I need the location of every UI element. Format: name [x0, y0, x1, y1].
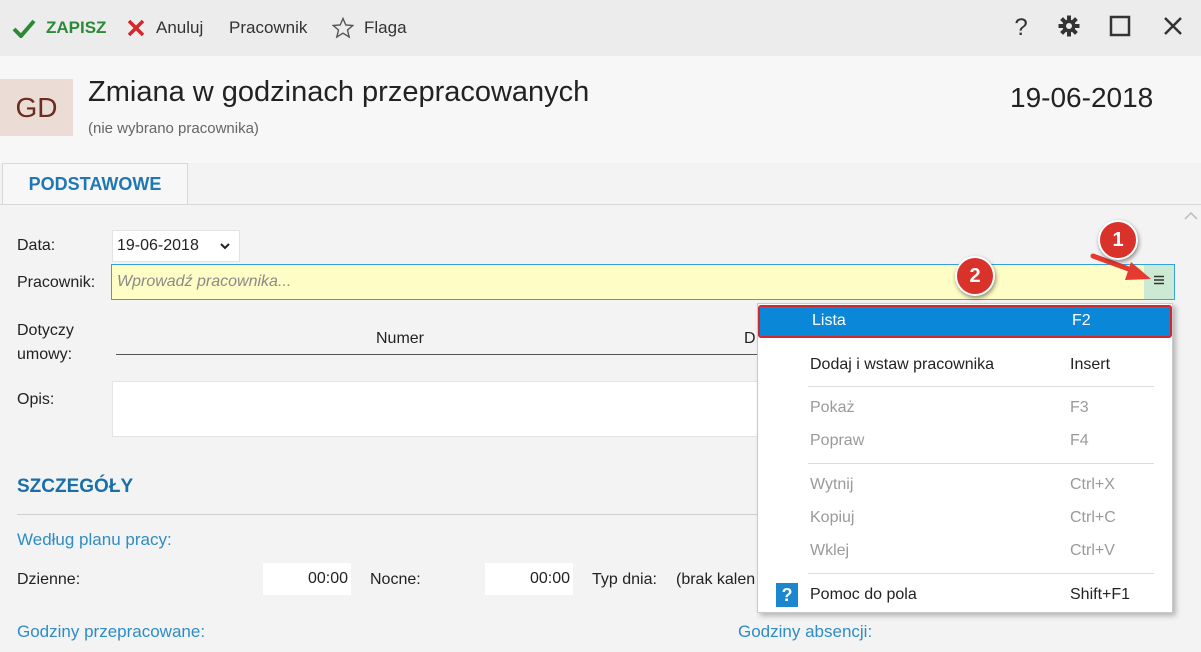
date-value: 19-06-2018 — [117, 237, 199, 254]
close-icon — [1163, 16, 1183, 41]
menu-item-paste[interactable]: Wklej Ctrl+V — [758, 535, 1172, 568]
worked-hours-label: Godziny przepracowane: — [17, 622, 206, 641]
menu-item-label: Kopiuj — [810, 509, 855, 526]
menu-item-shortcut: Ctrl+V — [1070, 542, 1115, 559]
question-icon: ? — [776, 583, 798, 607]
day-type-label: Typ dnia: — [592, 571, 657, 588]
menu-item-shortcut: Ctrl+X — [1070, 476, 1115, 493]
description-field[interactable] — [112, 381, 762, 437]
contract-label-line1: Dotyczy — [17, 322, 74, 339]
menu-item-lista[interactable]: Lista F2 — [758, 305, 1172, 338]
toolbar: ZAPISZ Anuluj Pracownik Flaga ? — [0, 0, 1201, 56]
section-divider — [17, 514, 762, 515]
help-button[interactable]: ? — [1005, 12, 1037, 44]
tab-podstawowe[interactable]: PODSTAWOWE — [2, 163, 188, 205]
night-hours-field[interactable]: 00:00 — [485, 563, 573, 595]
annotation-badge-2: 2 — [955, 256, 995, 296]
x-icon — [126, 18, 146, 38]
menu-item-label: Pomoc do pola — [810, 586, 917, 603]
menu-separator — [808, 386, 1154, 387]
checkmark-icon — [12, 18, 36, 38]
menu-item-label: Dodaj i wstaw pracownika — [810, 356, 995, 373]
menu-item-shortcut: F4 — [1070, 432, 1089, 449]
page-title: Zmiana w godzinach przepracowanych — [88, 76, 590, 108]
plan-label: Według planu pracy: — [17, 530, 172, 549]
menu-separator — [808, 573, 1154, 574]
avatar: GD — [0, 79, 73, 136]
menu-item-cut[interactable]: Wytnij Ctrl+X — [758, 469, 1172, 502]
maximize-button[interactable] — [1104, 12, 1136, 44]
night-hours-label: Nocne: — [370, 571, 421, 588]
flag-button[interactable]: Flaga — [332, 0, 407, 56]
menu-item-shortcut: Ctrl+C — [1070, 509, 1116, 526]
day-hours-field[interactable]: 00:00 — [263, 563, 351, 595]
menu-item-label: Popraw — [810, 432, 865, 449]
column-header-d[interactable]: D — [744, 330, 756, 348]
save-button[interactable]: ZAPISZ — [12, 0, 106, 56]
column-header-number[interactable]: Numer — [376, 330, 424, 348]
contract-label-line2: umowy: — [17, 346, 73, 363]
context-menu: Lista F2 Dodaj i wstaw pracownika Insert… — [757, 303, 1173, 613]
day-type-value[interactable]: (brak kalen — [676, 571, 755, 589]
menu-item-shortcut: Shift+F1 — [1070, 586, 1131, 603]
menu-item-shortcut: Insert — [1070, 356, 1111, 373]
document-header: GD Zmiana w godzinach przepracowanych (n… — [0, 56, 1201, 163]
menu-item-label: Wytnij — [810, 476, 854, 493]
description-label: Opis: — [17, 391, 55, 408]
menu-item-add-worker[interactable]: Dodaj i wstaw pracownika Insert — [758, 349, 1172, 382]
close-button[interactable] — [1157, 12, 1189, 44]
menu-item-show[interactable]: Pokaż F3 — [758, 392, 1172, 425]
cancel-button-label: Anuluj — [156, 18, 204, 37]
section-title-details: SZCZEGÓŁY — [17, 476, 134, 497]
menu-separator — [808, 463, 1154, 464]
star-icon — [332, 17, 354, 39]
menu-item-shortcut: F2 — [1072, 312, 1091, 329]
annotation-badge-1: 1 — [1098, 220, 1138, 260]
worker-field — [111, 264, 1175, 300]
date-label: Data: — [17, 237, 56, 254]
column-divider — [116, 354, 761, 355]
scroll-up-icon[interactable] — [1184, 208, 1198, 224]
tab-divider — [0, 204, 1201, 205]
menu-item-edit[interactable]: Popraw F4 — [758, 425, 1172, 458]
flag-button-label: Flaga — [364, 18, 407, 37]
page-subtitle: (nie wybrano pracownika) — [88, 120, 259, 137]
maximize-icon — [1109, 15, 1131, 42]
save-button-label: ZAPISZ — [46, 18, 107, 37]
menu-item-shortcut: F3 — [1070, 399, 1089, 416]
settings-button[interactable] — [1053, 12, 1085, 44]
question-icon: ? — [1014, 14, 1028, 41]
absence-hours-label: Godziny absencji: — [738, 622, 873, 641]
menu-item-field-help[interactable]: ? Pomoc do pola Shift+F1 — [758, 579, 1172, 612]
worker-button[interactable]: Pracownik — [229, 0, 307, 56]
day-hours-label: Dzienne: — [17, 571, 81, 588]
chevron-down-icon — [219, 239, 231, 257]
gear-icon — [1058, 15, 1080, 42]
date-select[interactable]: 19-06-2018 — [112, 230, 240, 262]
worker-button-label: Pracownik — [229, 18, 308, 37]
worker-label: Pracownik: — [17, 274, 96, 291]
menu-item-copy[interactable]: Kopiuj Ctrl+C — [758, 502, 1172, 535]
menu-item-label: Pokaż — [810, 399, 855, 416]
menu-item-label: Wklej — [810, 542, 850, 559]
cancel-button[interactable]: Anuluj — [126, 0, 203, 56]
menu-item-label: Lista — [812, 312, 846, 329]
document-date: 19-06-2018 — [1010, 82, 1154, 113]
